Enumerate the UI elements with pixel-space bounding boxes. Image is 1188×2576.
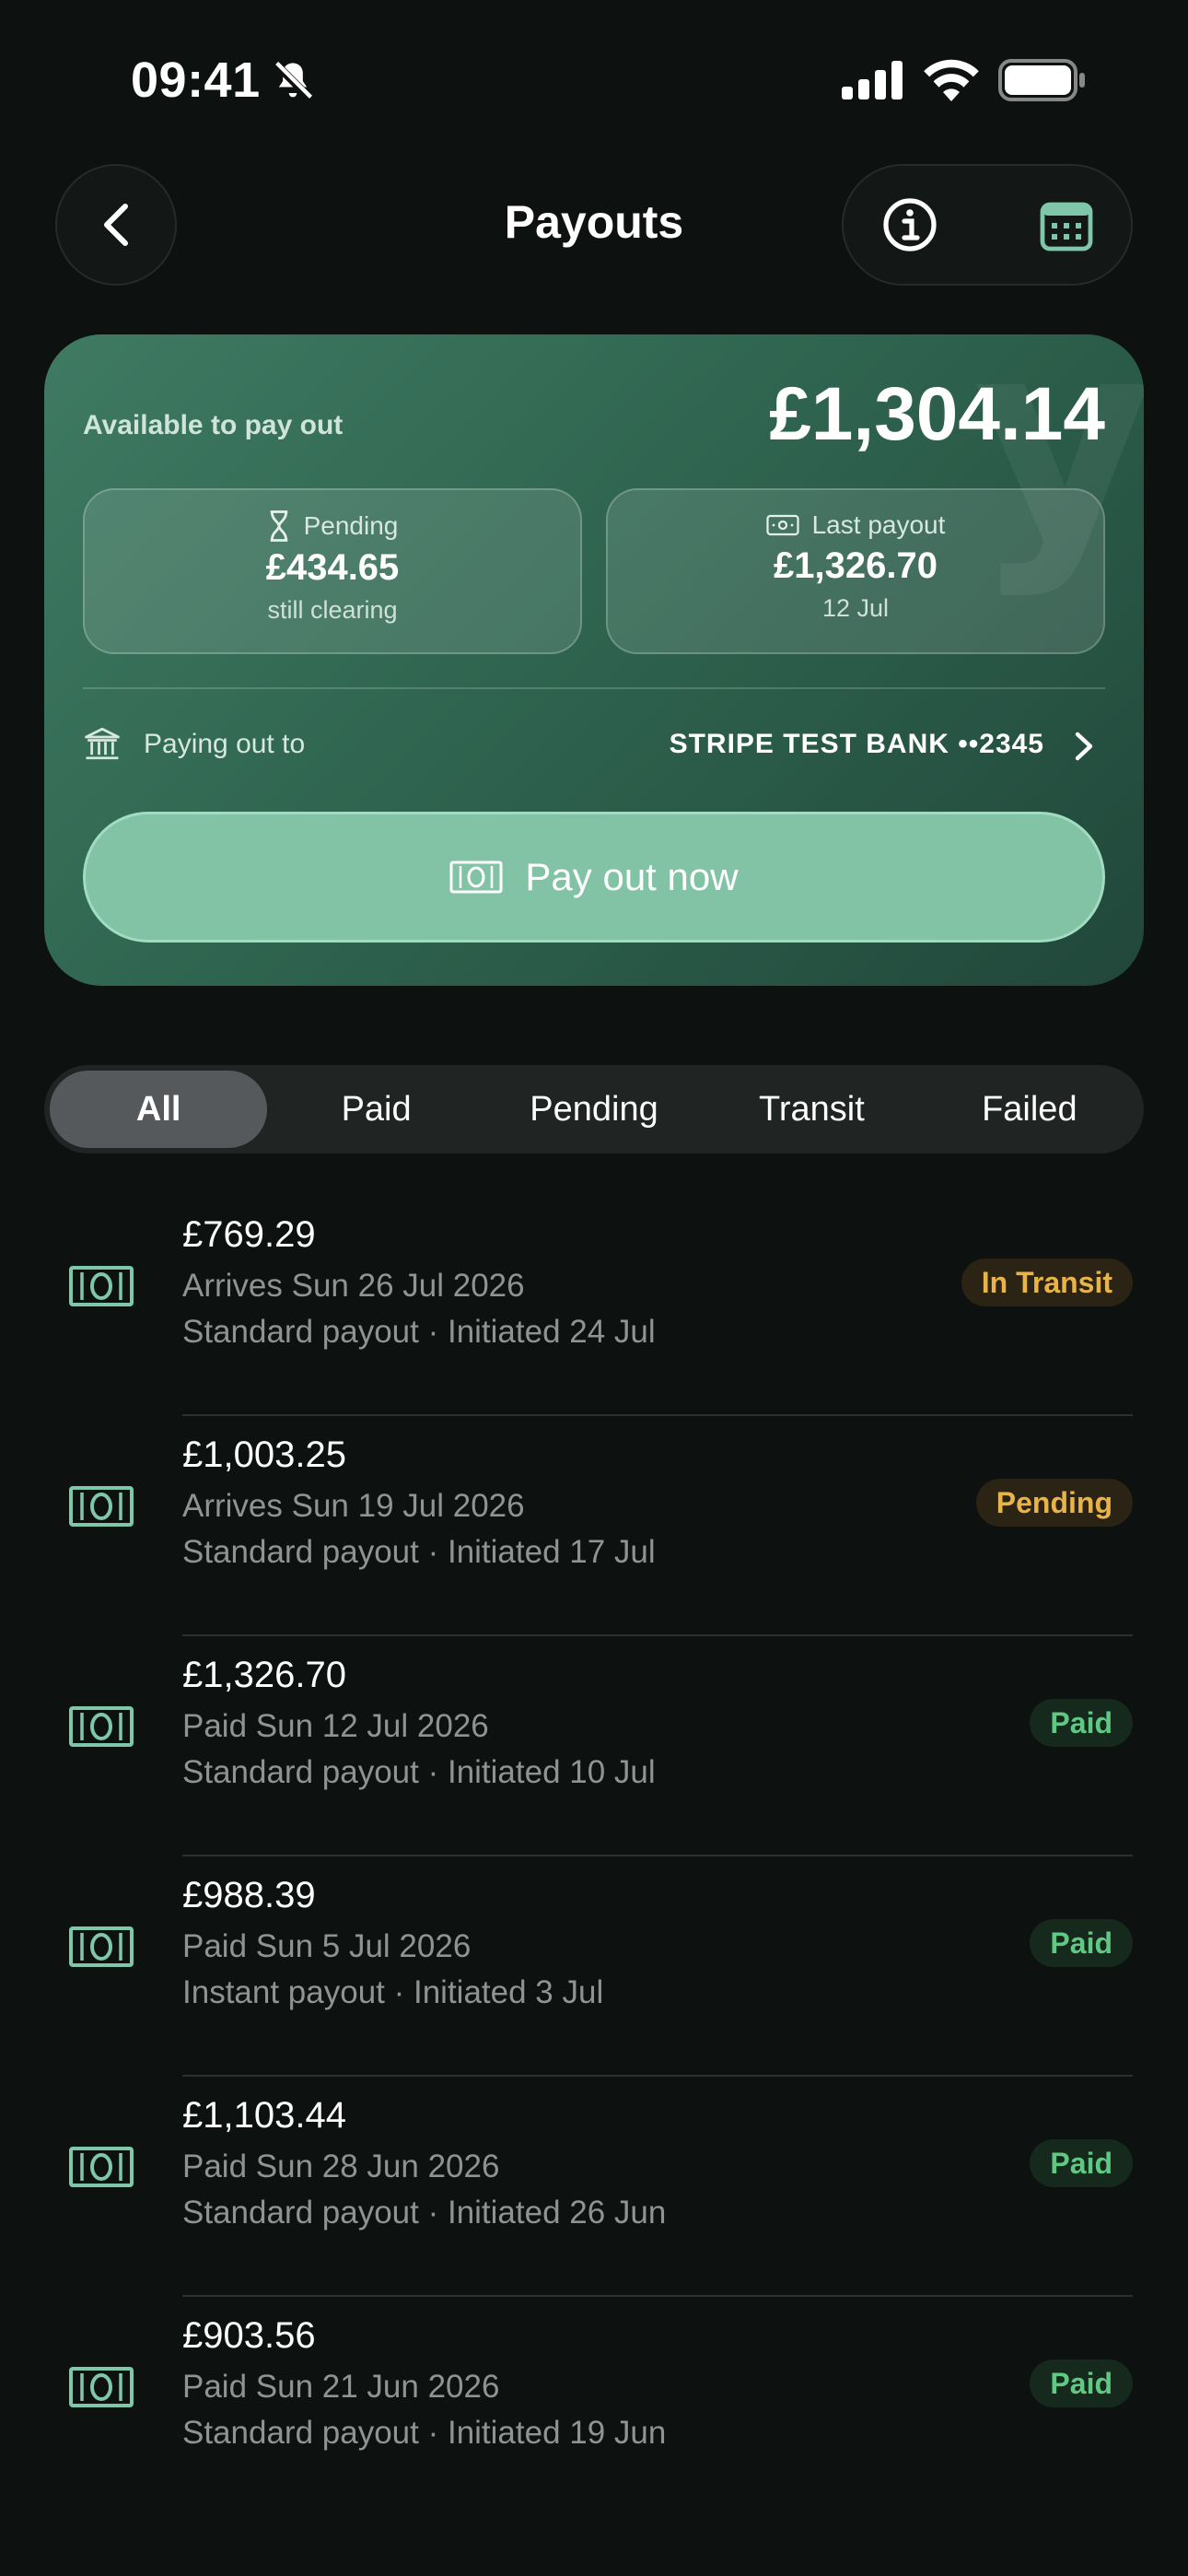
- calendar-icon[interactable]: [1037, 195, 1096, 254]
- payout-detail: Standard payout · Initiated 17 Jul: [182, 1534, 656, 1570]
- battery-icon: [998, 59, 1085, 101]
- payout-detail: Standard payout · Initiated 26 Jun: [182, 2195, 667, 2231]
- info-icon[interactable]: [880, 195, 939, 254]
- banknote-icon: [69, 2367, 134, 2407]
- available-amount: £1,304.14: [769, 372, 1105, 456]
- pending-amount: £434.65: [265, 547, 400, 588]
- payout-row[interactable]: £1,326.70 Paid Sun 12 Jul 2026 Standard …: [0, 1636, 1188, 1856]
- bank-account-link[interactable]: STRIPE TEST BANK ••2345: [670, 729, 1044, 760]
- status-badge: In Transit: [961, 1259, 1133, 1306]
- status-badge: Pending: [975, 1479, 1133, 1527]
- payout-amount: £1,103.44: [182, 2095, 346, 2136]
- payout-date: Paid Sun 28 Jun 2026: [182, 2149, 500, 2184]
- last-payout-date: 12 Jul: [821, 594, 890, 622]
- payout-date: Arrives Sun 26 Jul 2026: [182, 1268, 525, 1304]
- payout-detail: Standard payout · Initiated 19 Jun: [182, 2415, 667, 2451]
- payout-list: £769.29 Arrives Sun 26 Jul 2026 Standard…: [0, 1196, 1188, 2517]
- balance-card: y Available to pay out £1,304.14 Pending…: [44, 334, 1144, 986]
- bank-icon: [85, 727, 120, 760]
- payout-amount: £1,326.70: [182, 1655, 346, 1695]
- status-badge: Paid: [1030, 2359, 1133, 2407]
- payout-date: Paid Sun 12 Jul 2026: [182, 1708, 489, 1744]
- payout-detail: Standard payout · Initiated 10 Jul: [182, 1754, 656, 1790]
- header-actions: [842, 164, 1133, 286]
- banknote-icon: [69, 1926, 134, 1967]
- tab-pending[interactable]: Pending: [485, 1071, 703, 1148]
- payout-amount: £988.39: [182, 1875, 316, 1915]
- payout-amount: £903.56: [182, 2315, 316, 2356]
- payout-row[interactable]: £1,003.25 Arrives Sun 19 Jul 2026 Standa…: [0, 1416, 1188, 1636]
- signal-icon: [842, 61, 903, 100]
- status-badge: Paid: [1030, 1919, 1133, 1967]
- banknote-icon: [766, 514, 799, 536]
- paying-out-label: Paying out to: [144, 729, 306, 759]
- card-divider: [83, 687, 1105, 689]
- payout-row[interactable]: £903.56 Paid Sun 21 Jun 2026 Standard pa…: [0, 2297, 1188, 2517]
- payout-date: Paid Sun 5 Jul 2026: [182, 1928, 472, 1964]
- tab-paid[interactable]: Paid: [267, 1071, 484, 1148]
- tab-failed[interactable]: Failed: [921, 1071, 1138, 1148]
- banknote-icon: [69, 1266, 134, 1306]
- payout-row[interactable]: £1,103.44 Paid Sun 28 Jun 2026 Standard …: [0, 2077, 1188, 2297]
- status-time: 09:41: [131, 53, 261, 108]
- tab-transit[interactable]: Transit: [703, 1071, 920, 1148]
- chevron-right-icon[interactable]: [1072, 731, 1096, 762]
- last-payout-amount: £1,326.70: [774, 545, 938, 586]
- pay-out-now-button[interactable]: Pay out now: [83, 812, 1105, 943]
- pay-out-now-label: Pay out now: [525, 855, 739, 898]
- payout-date: Paid Sun 21 Jun 2026: [182, 2369, 500, 2405]
- banknote-icon: [69, 2147, 134, 2187]
- banknote-icon: [449, 861, 503, 894]
- payout-row[interactable]: £769.29 Arrives Sun 26 Jul 2026 Standard…: [0, 1196, 1188, 1416]
- payout-detail: Instant payout · Initiated 3 Jul: [182, 1974, 604, 2010]
- bell-off-icon: [272, 60, 314, 102]
- status-badge: Paid: [1030, 2139, 1133, 2187]
- pending-stat: Pending £434.65 still clearing: [83, 488, 582, 654]
- banknote-icon: [69, 1706, 134, 1747]
- payout-amount: £1,003.25: [182, 1434, 346, 1475]
- wifi-icon: [924, 59, 979, 101]
- status-badge: Paid: [1030, 1699, 1133, 1747]
- hourglass-icon: [270, 510, 287, 542]
- payout-amount: £769.29: [182, 1214, 316, 1255]
- pending-label: Pending: [303, 511, 399, 540]
- last-payout-label: Last payout: [811, 510, 946, 539]
- banknote-icon: [69, 1486, 134, 1527]
- tab-all[interactable]: All: [50, 1071, 268, 1148]
- pending-sub: still clearing: [267, 596, 398, 624]
- filter-tabs: All Paid Pending Transit Failed: [44, 1065, 1144, 1153]
- payout-detail: Standard payout · Initiated 24 Jul: [182, 1314, 656, 1350]
- payout-row[interactable]: £988.39 Paid Sun 5 Jul 2026 Instant payo…: [0, 1856, 1188, 2077]
- available-label: Available to pay out: [83, 410, 344, 440]
- last-payout-stat: Last payout £1,326.70 12 Jul: [606, 488, 1105, 654]
- payout-date: Arrives Sun 19 Jul 2026: [182, 1488, 525, 1524]
- status-bar: 09:41: [0, 0, 1188, 157]
